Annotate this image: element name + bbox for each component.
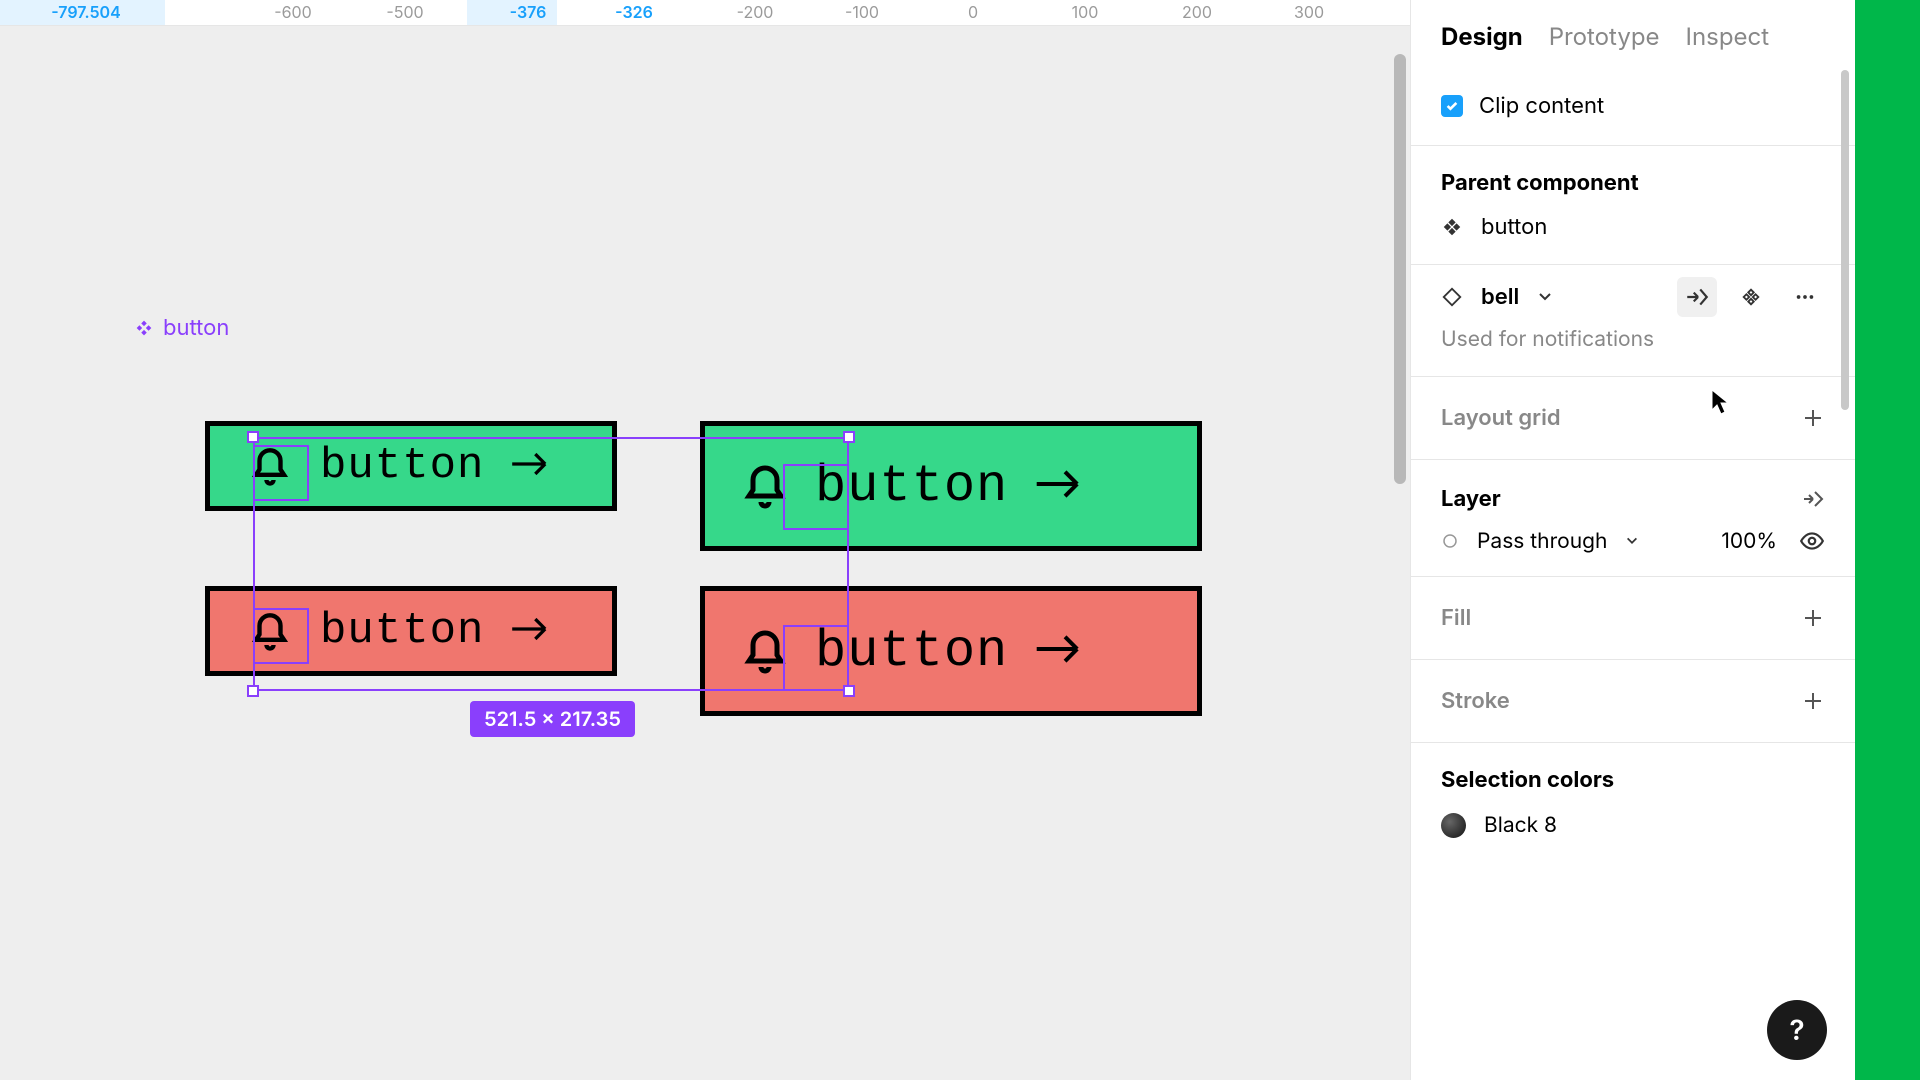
ruler-tick: -200: [737, 2, 774, 22]
ruler-tick: -600: [274, 2, 311, 22]
canvas-scrollbar[interactable]: [1394, 54, 1406, 484]
opacity-value[interactable]: 100%: [1721, 529, 1777, 554]
plus-icon: [1801, 606, 1825, 630]
check-icon: [1445, 99, 1459, 113]
clip-content-checkbox[interactable]: [1441, 95, 1463, 117]
app-right-strip: [1855, 0, 1920, 1080]
layer-style-button[interactable]: [1801, 487, 1825, 511]
bell-icon: [741, 462, 789, 510]
canvas-area: -797.504 -600 -500 -376 -326 -200 -100 0…: [0, 0, 1410, 1080]
panel-tabs: Design Prototype Inspect: [1411, 0, 1855, 67]
blend-mode-value[interactable]: Pass through: [1477, 529, 1607, 554]
selection-highlight: [783, 625, 849, 691]
component-name[interactable]: bell: [1481, 284, 1519, 310]
variant-button-green-large[interactable]: button: [700, 421, 1202, 551]
arrow-right-icon: [1034, 466, 1088, 506]
plus-icon: [1801, 406, 1825, 430]
panel-scrollbar[interactable]: [1841, 70, 1849, 410]
selection-highlight: [253, 608, 309, 664]
plus-icon: [1801, 689, 1825, 713]
add-stroke-button[interactable]: [1801, 689, 1825, 713]
layout-grid-section: Layout grid: [1411, 377, 1855, 460]
tab-design[interactable]: Design: [1441, 22, 1523, 51]
color-swatch[interactable]: [1441, 813, 1466, 838]
help-button[interactable]: ?: [1767, 1000, 1827, 1060]
ruler-tick: -797.504: [51, 2, 120, 22]
arrow-right-icon: [510, 614, 554, 648]
bell-icon: [741, 627, 789, 675]
selection-dimensions-badge: 521.5 × 217.35: [470, 701, 635, 737]
selection-handle[interactable]: [247, 685, 259, 697]
selection-handle[interactable]: [843, 431, 855, 443]
component-filled-icon: [1441, 216, 1463, 238]
selection-highlight: [783, 464, 849, 530]
component-more-button[interactable]: [1785, 277, 1825, 317]
diamond-outline-icon: [1441, 286, 1463, 308]
ruler-tick: -326: [615, 2, 653, 22]
arrow-right-icon: [1034, 631, 1088, 671]
selection-handle[interactable]: [843, 685, 855, 697]
fill-section: Fill: [1411, 577, 1855, 660]
component-description: Used for notifications: [1441, 323, 1825, 376]
ruler-tick: -100: [845, 2, 879, 22]
selection-highlight: [253, 445, 309, 501]
component-set-icon: [133, 317, 155, 339]
ruler-tick: 0: [968, 2, 978, 22]
component-variants-button[interactable]: [1731, 277, 1771, 317]
ruler-tick: -376: [510, 2, 547, 22]
fill-label: Fill: [1441, 605, 1471, 631]
selection-colors-section: Selection colors Black 8: [1411, 743, 1855, 838]
canvas[interactable]: button button button button button: [0, 26, 1410, 1080]
parent-component-title: Parent component: [1441, 146, 1825, 204]
help-icon: ?: [1789, 1013, 1804, 1047]
frame-name: button: [163, 315, 229, 341]
more-horizontal-icon: [1794, 286, 1816, 308]
tab-prototype[interactable]: Prototype: [1549, 22, 1660, 51]
chevron-down-icon[interactable]: [1537, 289, 1553, 305]
arrow-into-diamond-icon: [1801, 487, 1825, 511]
ruler-tick: 100: [1072, 2, 1099, 22]
component-set-icon: [1740, 286, 1762, 308]
horizontal-ruler[interactable]: -797.504 -600 -500 -376 -326 -200 -100 0…: [0, 0, 1410, 26]
layout-grid-label: Layout grid: [1441, 405, 1561, 431]
blend-mode-icon[interactable]: [1441, 532, 1459, 550]
frame-label[interactable]: button: [133, 315, 229, 341]
component-set-frame[interactable]: [131, 349, 1301, 789]
arrow-right-icon: [510, 449, 554, 483]
parent-component-name[interactable]: button: [1481, 214, 1547, 240]
stroke-section: Stroke: [1411, 660, 1855, 743]
add-layout-grid-button[interactable]: [1801, 406, 1825, 430]
layer-title: Layer: [1441, 486, 1501, 512]
stroke-label: Stroke: [1441, 688, 1510, 714]
ruler-tick: 300: [1294, 2, 1324, 22]
selection-colors-title: Selection colors: [1441, 743, 1825, 801]
tab-inspect[interactable]: Inspect: [1686, 22, 1770, 51]
variant-label: button: [320, 441, 484, 491]
variant-label: button: [320, 606, 484, 656]
ruler-tick: 200: [1182, 2, 1212, 22]
eye-icon[interactable]: [1799, 528, 1825, 554]
clip-section: Clip content: [1411, 67, 1855, 146]
variant-button-red-large[interactable]: button: [700, 586, 1202, 716]
ruler-tick: -500: [386, 2, 423, 22]
design-panel: Design Prototype Inspect Clip content Pa…: [1410, 0, 1855, 1080]
add-fill-button[interactable]: [1801, 606, 1825, 630]
cursor-icon: [1710, 388, 1730, 416]
component-section: bell Used for notifications: [1411, 265, 1855, 377]
selection-handle[interactable]: [247, 431, 259, 443]
color-name[interactable]: Black 8: [1484, 813, 1557, 838]
layer-section: Layer Pass through 100%: [1411, 460, 1855, 577]
clip-content-label: Clip content: [1479, 93, 1604, 119]
chevron-down-icon[interactable]: [1625, 534, 1639, 548]
arrow-into-diamond-icon: [1684, 284, 1710, 310]
go-to-main-button[interactable]: [1677, 277, 1717, 317]
parent-component-section: Parent component button: [1411, 146, 1855, 265]
